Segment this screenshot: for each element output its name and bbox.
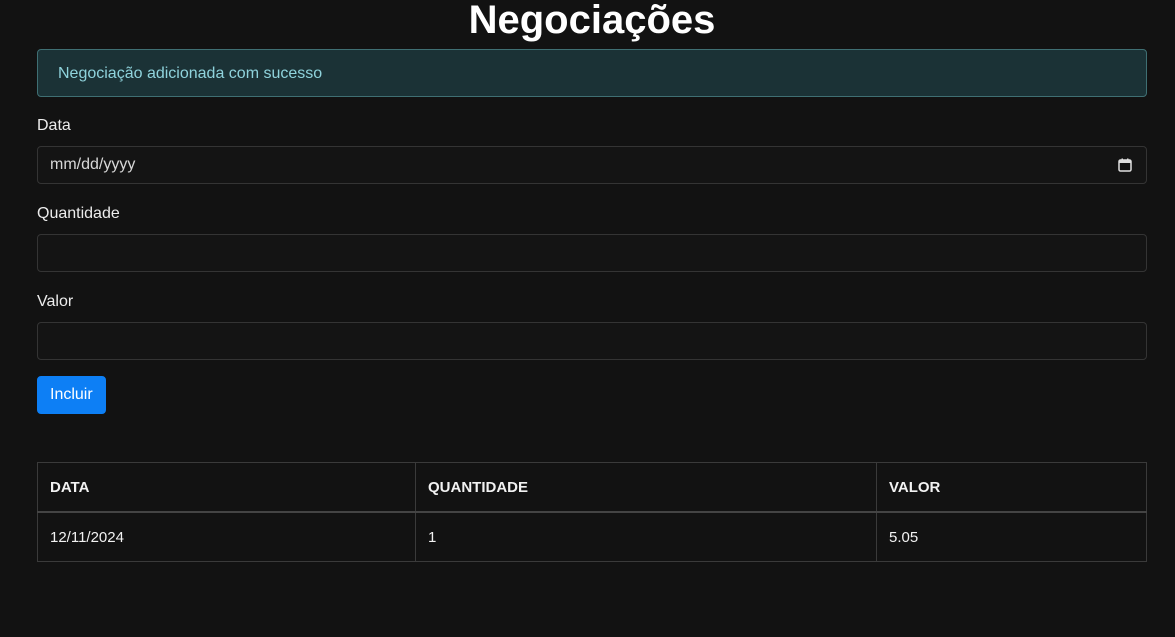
value-label: Valor <box>37 293 74 310</box>
include-button[interactable]: Incluir <box>37 376 106 414</box>
quantity-field-group: Quantidade <box>37 204 1147 272</box>
success-alert: Negociação adicionada com sucesso <box>37 49 1147 97</box>
column-header-quantity: QUANTIDADE <box>415 462 877 513</box>
main-container: Negociações Negociação adicionada com su… <box>37 0 1147 562</box>
trades-table: DATA QUANTIDADE VALOR 12/11/2024 1 5.05 <box>37 462 1147 562</box>
column-header-date: DATA <box>37 462 416 513</box>
table-row: 12/11/2024 1 5.05 <box>37 511 1147 562</box>
date-input[interactable]: mm/dd/yyyy <box>37 146 1147 184</box>
date-placeholder: mm/dd/yyyy <box>50 156 136 173</box>
quantity-label: Quantidade <box>37 205 120 222</box>
column-header-value: VALOR <box>876 462 1147 513</box>
cell-quantity: 1 <box>415 511 877 562</box>
value-field-group: Valor <box>37 292 1147 360</box>
cell-date: 12/11/2024 <box>37 511 416 562</box>
calendar-icon[interactable] <box>1118 158 1132 172</box>
table-header-row: DATA QUANTIDADE VALOR <box>37 462 1147 513</box>
quantity-input[interactable] <box>37 234 1147 272</box>
date-label: Data <box>37 117 71 134</box>
date-field-group: Data mm/dd/yyyy <box>37 116 1147 184</box>
value-input[interactable] <box>37 322 1147 360</box>
page-title: Negociações <box>468 0 716 42</box>
cell-value: 5.05 <box>876 511 1147 562</box>
